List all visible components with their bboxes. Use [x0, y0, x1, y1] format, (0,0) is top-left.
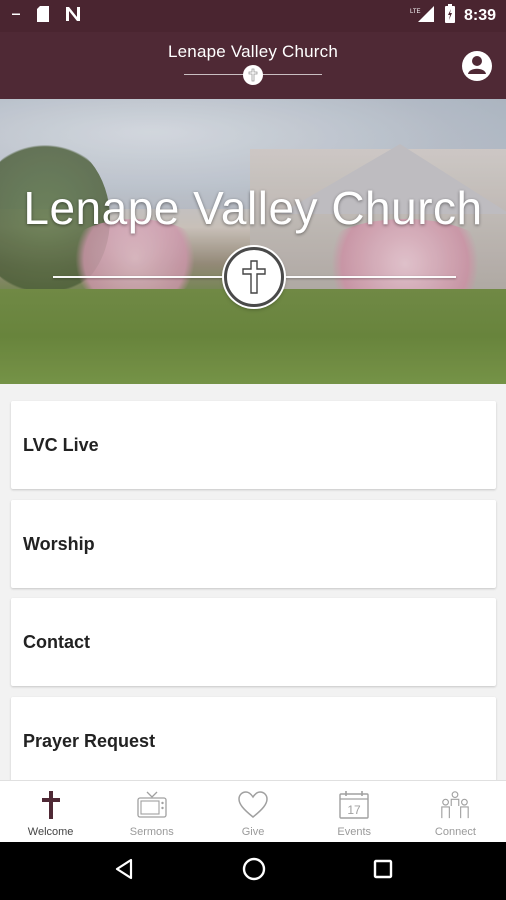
tab-label: Connect — [434, 826, 476, 838]
tab-welcome[interactable]: Welcome — [0, 781, 101, 842]
menu-item-lvc-live[interactable]: LVC Live — [11, 401, 496, 489]
sd-card-icon — [36, 5, 50, 28]
home-icon[interactable] — [241, 856, 267, 887]
battery-icon — [444, 3, 456, 29]
menu-item-label: Prayer Request — [23, 730, 156, 751]
tab-label: Welcome — [27, 826, 74, 838]
hero-banner: Lenape Valley Church — [0, 99, 506, 384]
hero-divider-right — [284, 276, 456, 278]
tab-connect[interactable]: Connect — [405, 781, 506, 842]
hero-title: Lenape Valley Church — [23, 182, 483, 234]
menu-item-label: Worship — [23, 533, 95, 554]
cross-icon — [35, 789, 67, 821]
cross-logo-icon — [224, 247, 284, 307]
recents-icon[interactable] — [372, 858, 394, 885]
menu-item-contact[interactable]: Contact — [11, 598, 496, 686]
status-right-icons: LTE 8:39 — [410, 3, 496, 29]
tab-give[interactable]: Give — [202, 781, 303, 842]
menu-item-label: LVC Live — [23, 434, 99, 455]
menu-list: LVC Live Worship Contact Prayer Request — [0, 384, 506, 780]
status-time: 8:39 — [463, 7, 496, 24]
app-cross-badge-icon — [243, 65, 263, 85]
heart-icon — [237, 789, 269, 821]
system-nav-bar — [0, 842, 506, 900]
app-title: Lenape Valley Church — [167, 42, 338, 61]
user-icon — [465, 52, 489, 81]
minus-icon — [10, 7, 22, 25]
tab-events[interactable]: 17 Events — [304, 781, 405, 842]
calendar-day: 17 — [348, 803, 362, 817]
tab-sermons[interactable]: Sermons — [101, 781, 202, 842]
status-bar: LTE 8:39 — [0, 0, 506, 32]
status-left-icons — [10, 5, 410, 28]
bottom-nav: Welcome Sermons Give 17 Events Connect — [0, 780, 506, 842]
tab-label: Give — [241, 826, 265, 838]
network-label: LTE — [410, 9, 421, 15]
menu-item-worship[interactable]: Worship — [11, 500, 496, 588]
menu-item-label: Contact — [23, 631, 90, 652]
hero-overlay — [0, 99, 506, 384]
signal-icon: LTE — [410, 5, 436, 28]
people-icon — [439, 789, 471, 821]
n-icon — [64, 6, 82, 27]
calendar-icon: 17 — [338, 789, 370, 821]
tab-label: Sermons — [129, 826, 174, 838]
profile-button[interactable] — [462, 51, 492, 81]
app-bar: Lenape Valley Church — [0, 32, 506, 99]
menu-item-prayer-request[interactable]: Prayer Request — [11, 697, 496, 780]
tv-icon — [136, 789, 168, 821]
hero-divider-left — [53, 276, 225, 278]
back-icon[interactable] — [112, 857, 136, 886]
tab-label: Events — [337, 826, 372, 838]
